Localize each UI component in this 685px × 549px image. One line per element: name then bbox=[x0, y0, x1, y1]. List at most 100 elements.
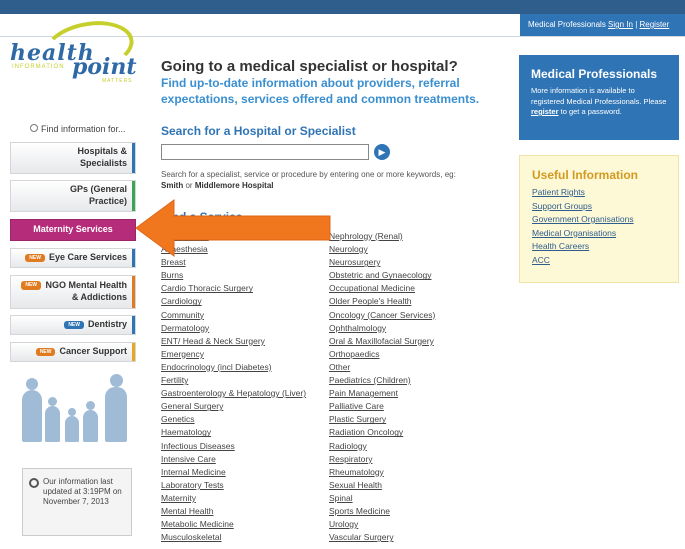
professionals-label: Medical Professionals bbox=[528, 20, 606, 29]
service-link[interactable]: Mental Health bbox=[161, 505, 306, 518]
search-icon bbox=[30, 124, 38, 132]
new-badge: NEW bbox=[25, 253, 45, 263]
service-link[interactable]: Gastroenterology & Hepatology (Liver) bbox=[161, 387, 306, 400]
service-link[interactable]: Genetics bbox=[161, 413, 306, 426]
service-link[interactable]: Cardio Thoracic Surgery bbox=[161, 282, 306, 295]
stripe bbox=[132, 276, 135, 308]
useful-title: Useful Information bbox=[532, 168, 639, 182]
sidebar-item-label: NGO Mental Health & Addictions bbox=[45, 280, 127, 302]
sidebar-item-hospitals[interactable]: Hospitals & Specialists bbox=[10, 142, 136, 174]
service-link[interactable]: Urology bbox=[329, 518, 435, 531]
sidebar-item-label: Eye Care Services bbox=[48, 252, 127, 263]
services-column-2: Nephrology (Renal) Neurology Neurosurgery O… bbox=[329, 230, 435, 544]
service-link[interactable]: Neurology bbox=[329, 243, 435, 256]
service-link[interactable]: Haematology bbox=[161, 426, 306, 439]
sidebar-item-label: GPs (General Practice) bbox=[69, 184, 127, 206]
service-link[interactable]: Radiology bbox=[329, 440, 435, 453]
service-link[interactable]: Nephrology (Renal) bbox=[329, 230, 435, 243]
search-help-text: Search for a specialist, service or proc… bbox=[161, 170, 456, 190]
service-link[interactable]: Dermatology bbox=[161, 322, 306, 335]
service-link[interactable]: Vascular Surgery bbox=[329, 531, 435, 544]
sidebar-item-ngo-mental-health[interactable]: NEW NGO Mental Health & Addictions bbox=[10, 275, 136, 309]
service-link[interactable]: General Surgery bbox=[161, 400, 306, 413]
useful-link-medical-organisations[interactable]: Medical Organisations bbox=[532, 227, 666, 241]
stripe bbox=[132, 343, 135, 361]
service-link[interactable]: Respiratory bbox=[329, 453, 435, 466]
stripe bbox=[132, 143, 135, 173]
service-link[interactable]: Infectious Diseases bbox=[161, 440, 306, 453]
sidebar-item-label: Hospitals & Specialists bbox=[77, 146, 127, 168]
service-link[interactable]: Fertility bbox=[161, 374, 306, 387]
service-link[interactable]: Sexual Health bbox=[329, 479, 435, 492]
stripe bbox=[132, 316, 135, 334]
search-heading: Search for a Hospital or Specialist bbox=[161, 124, 356, 138]
services-column-1: Allied HealthAnaesthesiaBreastBurnsCardi… bbox=[161, 230, 306, 544]
family-illustration bbox=[18, 372, 138, 442]
useful-link-support-groups[interactable]: Support Groups bbox=[532, 200, 666, 214]
service-link[interactable]: Rheumatology bbox=[329, 466, 435, 479]
service-link[interactable]: Spinal bbox=[329, 492, 435, 505]
healthpoint-logo[interactable]: health INFORMATION point MATTERS bbox=[10, 14, 142, 92]
register-link[interactable]: Register bbox=[640, 20, 670, 29]
logo-tagline-1: INFORMATION bbox=[12, 64, 65, 70]
sign-in-link[interactable]: Sign In bbox=[608, 20, 633, 29]
service-link[interactable]: Oncology (Cancer Services) bbox=[329, 309, 435, 322]
service-link[interactable]: Oral & Maxillofacial Surgery bbox=[329, 335, 435, 348]
find-information-label: Find information for... bbox=[30, 124, 126, 134]
sidebar-item-maternity[interactable]: Maternity Services bbox=[10, 219, 136, 241]
service-link[interactable]: Orthopaedics bbox=[329, 348, 435, 361]
example-keyword-1: Smith bbox=[161, 180, 184, 190]
service-link[interactable]: Internal Medicine bbox=[161, 466, 306, 479]
service-link[interactable]: Obstetric and Gynaecology bbox=[329, 269, 435, 282]
medpro-title: Medical Professionals bbox=[531, 67, 658, 81]
medical-professionals-panel: Medical Professionals More information i… bbox=[519, 55, 679, 140]
service-link[interactable]: ENT/ Head & Neck Surgery bbox=[161, 335, 306, 348]
service-link[interactable]: Burns bbox=[161, 269, 306, 282]
service-link[interactable]: Ophthalmology bbox=[329, 322, 435, 335]
useful-link-health-careers[interactable]: Health Careers bbox=[532, 240, 666, 254]
service-link[interactable]: Plastic Surgery bbox=[329, 413, 435, 426]
logo-tagline-2: MATTERS bbox=[102, 78, 133, 84]
sidebar-item-cancer-support[interactable]: NEW Cancer Support bbox=[10, 342, 136, 362]
useful-link-government-organisations[interactable]: Government Organisations bbox=[532, 213, 666, 227]
service-link[interactable]: Neurosurgery bbox=[329, 256, 435, 269]
sidebar-item-eye-care[interactable]: NEW Eye Care Services bbox=[10, 248, 136, 268]
service-link[interactable]: Emergency bbox=[161, 348, 306, 361]
service-link[interactable]: Radiation Oncology bbox=[329, 426, 435, 439]
clock-icon bbox=[29, 478, 39, 488]
service-link[interactable]: Other bbox=[329, 361, 435, 374]
service-link[interactable]: Cardiology bbox=[161, 295, 306, 308]
service-link[interactable]: Endocrinology (incl Diabetes) bbox=[161, 361, 306, 374]
useful-link-acc[interactable]: ACC bbox=[532, 254, 666, 268]
service-link[interactable]: Pain Management bbox=[329, 387, 435, 400]
service-link[interactable]: Community bbox=[161, 309, 306, 322]
service-link[interactable]: Metabolic Medicine bbox=[161, 518, 306, 531]
sidebar-item-gps[interactable]: GPs (General Practice) bbox=[10, 180, 136, 212]
sidebar-item-dentistry[interactable]: NEW Dentistry bbox=[10, 315, 136, 335]
search-input[interactable] bbox=[161, 144, 369, 160]
service-link[interactable]: Palliative Care bbox=[329, 400, 435, 413]
professional-login-bar: Medical Professionals Sign In | Register bbox=[520, 14, 685, 36]
service-link[interactable]: Intensive Care bbox=[161, 453, 306, 466]
service-link[interactable]: Sports Medicine bbox=[329, 505, 435, 518]
new-badge: NEW bbox=[35, 347, 56, 357]
last-updated-box: Our information last updated at 3:19PM o… bbox=[22, 468, 132, 536]
top-strip bbox=[0, 0, 685, 14]
service-link[interactable]: Musculoskeletal bbox=[161, 531, 306, 544]
last-updated-text: Our information last updated at 3:19PM o… bbox=[43, 477, 122, 506]
service-link[interactable]: Older People's Health bbox=[329, 295, 435, 308]
sidebar-item-label: Cancer Support bbox=[59, 346, 127, 357]
new-badge: NEW bbox=[64, 320, 84, 330]
service-link[interactable]: Paediatrics (Children) bbox=[329, 374, 435, 387]
logo-word-point: point bbox=[72, 54, 137, 80]
service-link[interactable]: Maternity bbox=[161, 492, 306, 505]
new-badge: NEW bbox=[21, 281, 41, 290]
sidebar-item-label: Dentistry bbox=[87, 319, 127, 330]
search-go-button[interactable]: ▶ bbox=[374, 144, 390, 160]
page-title: Going to a medical specialist or hospita… bbox=[161, 58, 458, 75]
medpro-register-link[interactable]: register bbox=[531, 107, 559, 116]
separator: | bbox=[635, 20, 638, 29]
service-link[interactable]: Laboratory Tests bbox=[161, 479, 306, 492]
useful-link-patient-rights[interactable]: Patient Rights bbox=[532, 186, 666, 200]
service-link[interactable]: Occupational Medicine bbox=[329, 282, 435, 295]
